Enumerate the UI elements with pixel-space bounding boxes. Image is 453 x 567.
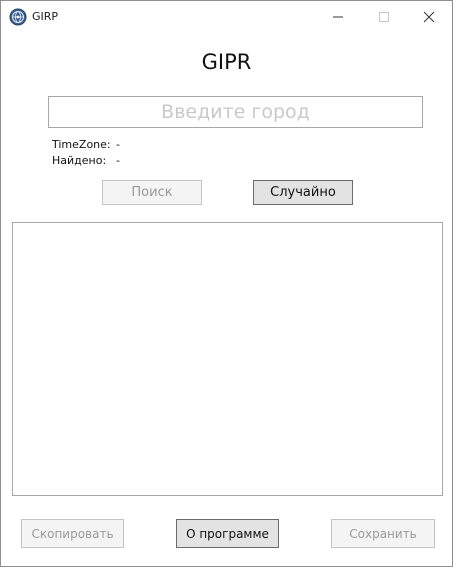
timezone-value: -	[116, 138, 120, 151]
app-heading: GIPR	[201, 50, 252, 74]
about-button[interactable]: О программе	[176, 519, 279, 548]
title-bar[interactable]: GIRP	[1, 1, 452, 33]
timezone-label: TimeZone:	[52, 138, 111, 151]
window-title: GIRP	[32, 10, 59, 23]
minimize-button[interactable]	[315, 1, 361, 33]
close-button[interactable]	[406, 1, 452, 33]
maximize-button[interactable]	[361, 1, 407, 33]
save-button[interactable]: Сохранить	[331, 519, 435, 548]
minimize-icon	[333, 16, 343, 18]
copy-button[interactable]: Скопировать	[21, 519, 124, 548]
close-icon	[423, 11, 435, 23]
city-input[interactable]	[48, 96, 423, 128]
globe-icon	[9, 8, 27, 26]
results-textbox[interactable]	[12, 222, 443, 496]
main-window: GIRP GIPR TimeZone: - Найдено: - Поиск С…	[0, 0, 453, 567]
search-button[interactable]: Поиск	[102, 180, 202, 205]
maximize-icon	[379, 12, 389, 22]
found-value: -	[116, 154, 120, 167]
found-label: Найдено:	[52, 154, 107, 167]
random-button[interactable]: Случайно	[253, 180, 353, 205]
